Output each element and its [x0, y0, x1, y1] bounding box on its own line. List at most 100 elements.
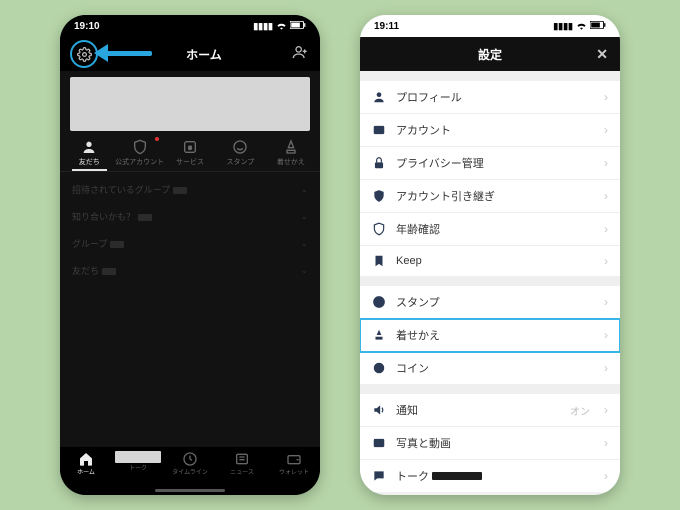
wifi-icon: [576, 21, 587, 32]
group-list: 招待されているグループ ⌄ 知り合いかも？⌄ グループ⌄ 友だち⌄: [60, 172, 320, 288]
list-row[interactable]: グループ⌄: [60, 230, 320, 257]
speaker-icon: [372, 403, 386, 417]
row-label: スタンプ: [396, 294, 594, 310]
row-label: グループ: [72, 239, 107, 249]
row-talk[interactable]: トーク ›: [360, 460, 620, 492]
row-label: 着せかえ: [396, 327, 594, 343]
shield-icon: [132, 139, 148, 155]
redacted-icon: [115, 451, 161, 463]
person-icon: [81, 139, 97, 155]
tab-official[interactable]: 公式アカウント: [114, 139, 164, 171]
chevron-right-icon: ›: [604, 156, 608, 170]
nav-news[interactable]: ニュース: [216, 451, 268, 476]
shield-check-icon: [372, 189, 386, 203]
status-icons: ▮▮▮▮: [253, 21, 306, 32]
add-friend-button[interactable]: [292, 44, 308, 65]
row-label: 招待されているグループ: [72, 185, 170, 195]
chat-icon: [372, 469, 386, 483]
tab-label: 着せかえ: [277, 157, 305, 167]
list-row[interactable]: 友だち⌄: [60, 257, 320, 284]
row-label: 知り合いかも？: [72, 212, 135, 222]
chevron-right-icon: ›: [604, 123, 608, 137]
nav-timeline[interactable]: タイムライン: [164, 451, 216, 476]
chevron-right-icon: ›: [604, 403, 608, 417]
row-coin[interactable]: コイン›: [360, 352, 620, 384]
chevron-right-icon: ›: [604, 436, 608, 450]
row-label: アカウント: [396, 122, 594, 138]
status-icons: ▮▮▮▮: [553, 21, 606, 32]
notification-dot: [155, 137, 159, 141]
battery-icon: [590, 21, 606, 31]
coin-icon: [372, 361, 386, 375]
nav-label: ホーム: [77, 467, 95, 476]
tab-themes[interactable]: 着せかえ: [266, 139, 316, 171]
row-photo[interactable]: 写真と動画›: [360, 427, 620, 460]
row-label: トーク: [396, 471, 429, 483]
home-icon: [78, 451, 94, 467]
svg-text:s: s: [188, 145, 192, 152]
row-stickers[interactable]: スタンプ ›: [360, 286, 620, 319]
grid-icon: s: [182, 139, 198, 155]
nav-label: ニュース: [230, 467, 254, 476]
close-button[interactable]: ✕: [596, 46, 608, 63]
chevron-right-icon: ›: [604, 361, 608, 375]
nav-wallet[interactable]: ウォレット: [268, 451, 320, 476]
wifi-icon: [276, 21, 287, 32]
chevron-right-icon: ›: [604, 295, 608, 309]
row-account[interactable]: アカウント ›: [360, 114, 620, 147]
row-privacy[interactable]: プライバシー管理 ›: [360, 147, 620, 180]
row-label: 通知: [396, 402, 560, 418]
category-tabs: 友だち 公式アカウント s サービス スタンプ 着せかえ: [60, 137, 320, 171]
brush-icon: [372, 328, 386, 342]
bottom-nav: ホーム トーク タイムライン ニュース ウォレット: [60, 447, 320, 495]
row-label: 年齢確認: [396, 221, 594, 237]
row-profile[interactable]: プロフィール ›: [360, 81, 620, 114]
nav-label: タイムライン: [172, 467, 208, 476]
list-row[interactable]: 招待されているグループ ⌄: [60, 176, 320, 203]
nav-label: トーク: [129, 463, 147, 472]
smile-icon: [372, 295, 386, 309]
settings-section-1: プロフィール › アカウント › プライバシー管理 › アカウント引き継ぎ› 年齢確認…: [360, 81, 620, 276]
tab-label: サービス: [176, 157, 204, 167]
tab-friends[interactable]: 友だち: [64, 139, 114, 171]
profile-card[interactable]: [70, 77, 310, 131]
bookmark-icon: [372, 254, 386, 268]
row-themes[interactable]: 着せかえ ›: [360, 319, 620, 352]
chevron-down-icon: ⌄: [300, 184, 308, 195]
phone-home: 19:10 ▮▮▮▮ ホーム 友だち: [60, 15, 320, 495]
nav-home[interactable]: ホーム: [60, 451, 112, 476]
row-age[interactable]: 年齢確認›: [360, 213, 620, 246]
row-label: Keep: [396, 255, 594, 267]
wallet-icon: [286, 451, 302, 467]
row-label: プライバシー管理: [396, 155, 594, 171]
chevron-right-icon: ›: [604, 90, 608, 104]
clock-icon: [182, 451, 198, 467]
settings-section-2: スタンプ › 着せかえ › コイン›: [360, 286, 620, 384]
shield-icon: [372, 222, 386, 236]
clock: 19:11: [374, 21, 399, 32]
row-notify[interactable]: 通知オン›: [360, 394, 620, 427]
chevron-right-icon: ›: [604, 328, 608, 342]
row-transfer[interactable]: アカウント引き継ぎ›: [360, 180, 620, 213]
clock: 19:10: [74, 21, 100, 32]
tab-label: スタンプ: [227, 157, 255, 167]
tab-label: 友だち: [79, 157, 100, 167]
row-keep[interactable]: Keep›: [360, 246, 620, 276]
signal-icon: ▮▮▮▮: [553, 21, 573, 32]
lock-icon: [372, 156, 386, 170]
row-label: アカウント引き継ぎ: [396, 188, 594, 204]
nav-label: ウォレット: [279, 467, 309, 476]
photo-icon: [372, 436, 386, 450]
home-indicator: [155, 489, 225, 492]
tab-services[interactable]: s サービス: [165, 139, 215, 171]
tab-stickers[interactable]: スタンプ: [215, 139, 265, 171]
row-label: 友だち: [72, 266, 99, 276]
page-title: ホーム: [186, 46, 222, 63]
id-icon: [372, 123, 386, 137]
nav-talk[interactable]: トーク: [112, 451, 164, 472]
status-bar: 19:11 ▮▮▮▮: [360, 15, 620, 37]
list-row[interactable]: 知り合いかも？⌄: [60, 203, 320, 230]
battery-icon: [290, 21, 306, 31]
row-label: プロフィール: [396, 89, 594, 105]
phone-settings: 19:11 ▮▮▮▮ 設定 ✕ プロフィール› アカウント› プライバシー管理›…: [360, 15, 620, 495]
